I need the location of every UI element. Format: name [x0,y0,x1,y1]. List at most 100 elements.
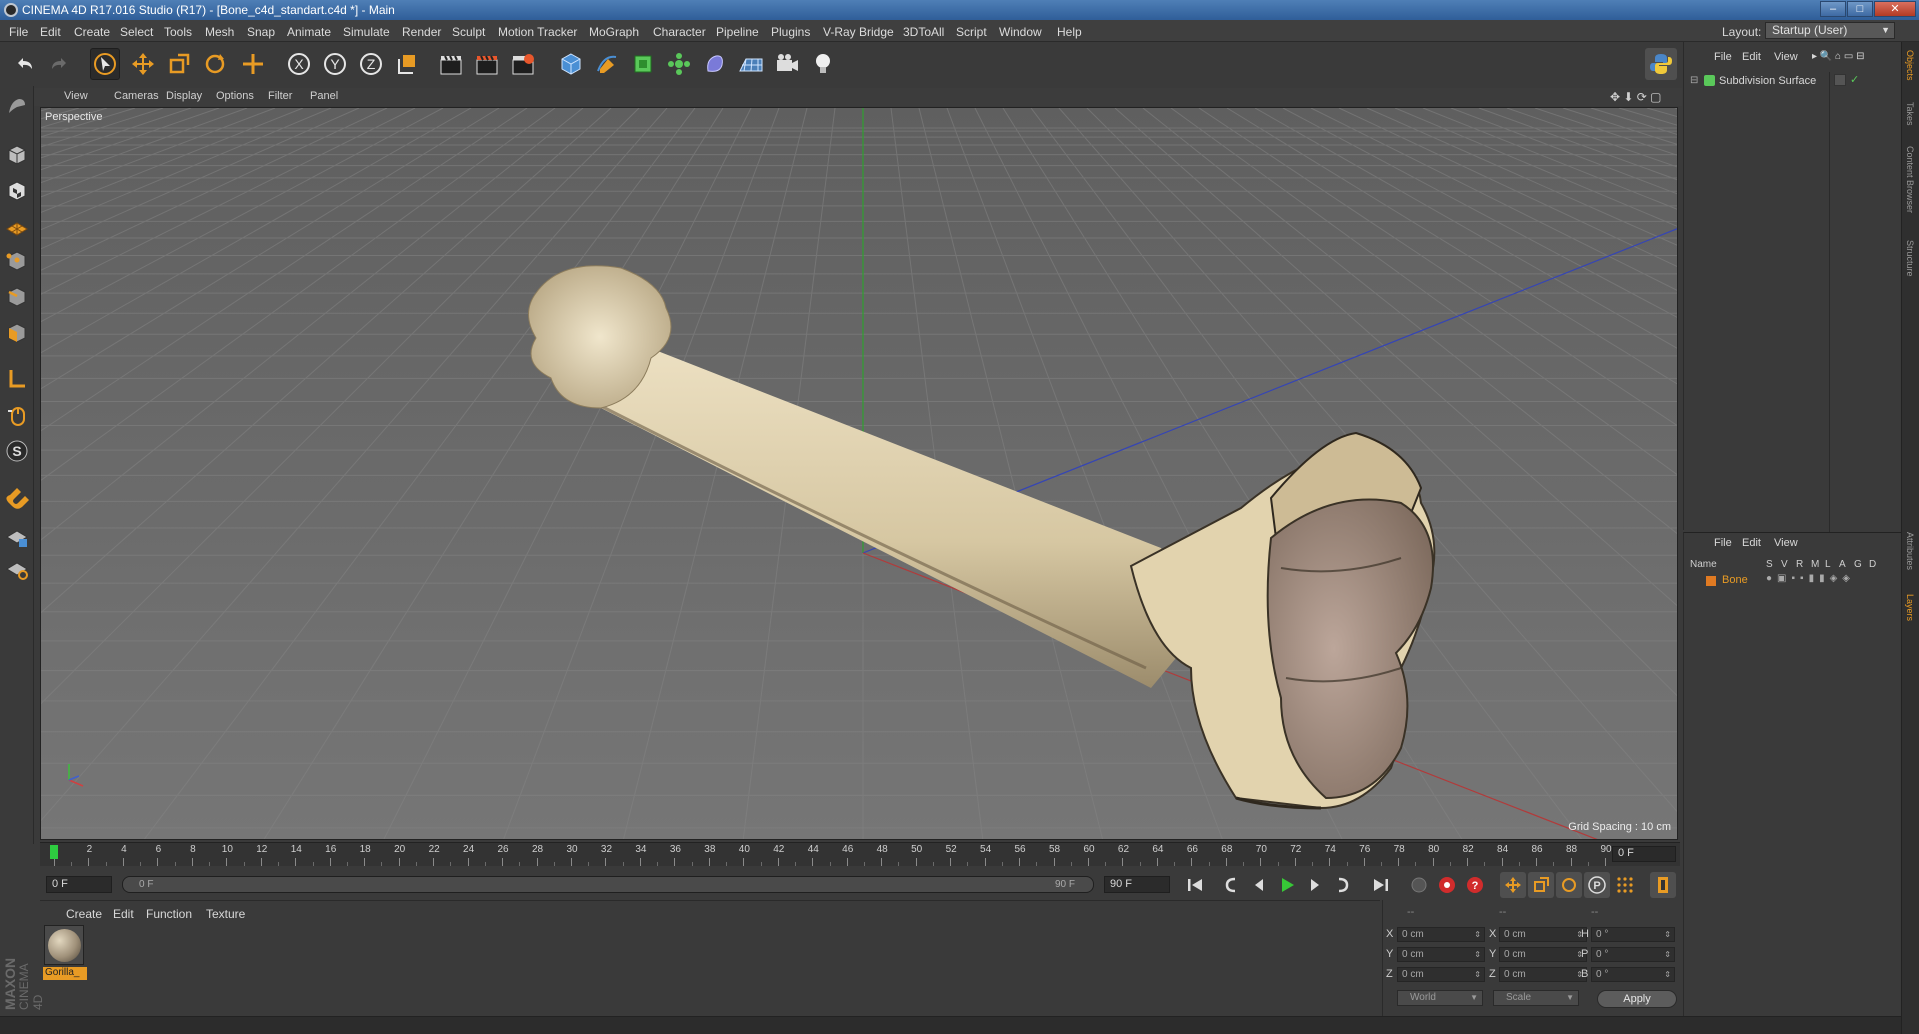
range-slider[interactable]: 0 F 90 F [122,876,1094,893]
python-button[interactable] [1645,48,1677,80]
tweak-mode-button[interactable] [3,400,31,430]
position-z-field[interactable]: 0 cm ⇕ [1397,967,1485,982]
maximize-button[interactable]: □ [1847,1,1873,17]
layer-row-bone[interactable]: Bone ●▣▪▪▮▮◈◈ [1684,573,1902,589]
menu-vray-bridge[interactable]: V-Ray Bridge [823,25,894,39]
live-selection-tool[interactable] [90,48,120,80]
axis-mode-button[interactable] [3,364,31,394]
enabled-check-icon[interactable]: ✓ [1850,73,1859,86]
snapping-button[interactable] [3,482,31,512]
key-position-button[interactable] [1500,872,1526,898]
redo-button[interactable] [44,48,74,80]
apply-button[interactable]: Apply [1597,990,1677,1008]
key-parameter-button[interactable]: P [1584,872,1610,898]
position-x-field[interactable]: 0 cm ⇕ [1397,927,1485,942]
key-pla-button[interactable] [1612,872,1638,898]
minimize-button[interactable]: – [1820,1,1846,17]
size-y-field[interactable]: 0 cm ⇕ [1499,947,1587,962]
material-menu-function[interactable]: Function [146,907,192,921]
go-to-start-button[interactable] [1182,872,1208,898]
light-button[interactable] [808,48,838,80]
cube-object-button[interactable] [556,48,586,80]
menu-3dtoall[interactable]: 3DToAll [903,25,944,39]
viewport-navigation-icons[interactable]: ✥ ⬇ ⟳ ▢ [1610,90,1662,104]
tab-structure[interactable]: Structure [1905,240,1915,277]
rotation-h-field[interactable]: 0 ° ⇕ [1591,927,1675,942]
tab-attributes[interactable]: Attributes [1905,532,1915,570]
menu-animate[interactable]: Animate [287,25,331,39]
timeline-ruler[interactable]: 0246810121416182022242628303234363840424… [40,843,1612,867]
undo-button[interactable] [10,48,40,80]
planar-workplane-button[interactable] [3,554,31,584]
polygons-mode-button[interactable] [3,318,31,348]
menu-render[interactable]: Render [402,25,441,39]
key-scale-button[interactable] [1528,872,1554,898]
material-thumbnail[interactable] [44,925,84,965]
viewport-perspective[interactable]: Perspective Grid Spacing : 10 cm [40,107,1678,840]
playhead[interactable] [50,845,58,859]
timeline[interactable]: 0246810121416182022242628303234363840424… [40,842,1680,866]
floor-button[interactable] [736,48,766,80]
record-button[interactable] [1434,872,1460,898]
menu-edit[interactable]: Edit [40,25,61,39]
viewport-menu-panel[interactable]: Panel [310,90,338,102]
object-name[interactable]: Subdivision Surface [1719,75,1816,87]
menu-plugins[interactable]: Plugins [771,25,810,39]
viewport-menu-view[interactable]: View [64,90,88,102]
menu-character[interactable]: Character [653,25,706,39]
rotation-b-field[interactable]: 0 ° ⇕ [1591,967,1675,982]
viewport-menu-filter[interactable]: Filter [268,90,292,102]
viewport-camera-label[interactable]: Perspective [45,111,102,123]
start-frame-field[interactable]: 0 F [46,876,112,893]
tab-content-browser[interactable]: Content Browser [1905,146,1915,213]
subdivision-surface-button[interactable] [628,48,658,80]
cloner-button[interactable] [664,48,694,80]
object-menu-file[interactable]: File [1714,51,1732,63]
menu-sculpt[interactable]: Sculpt [452,25,485,39]
lock-z-axis-button[interactable]: Z [356,48,386,80]
transform-tool[interactable] [238,48,268,80]
menu-script[interactable]: Script [956,25,987,39]
tab-objects[interactable]: Objects [1905,50,1915,81]
object-menu-edit[interactable]: Edit [1742,51,1761,63]
material-name[interactable]: Gorilla_ [43,967,87,980]
menu-mograph[interactable]: MoGraph [589,25,639,39]
viewport-menu-options[interactable]: Options [216,90,254,102]
previous-key-button[interactable] [1218,872,1244,898]
model-mode-button[interactable] [3,140,31,170]
workplane-lock-button[interactable] [3,522,31,552]
next-key-button[interactable] [1330,872,1356,898]
layer-toggle-icons[interactable]: ●▣▪▪▮▮◈◈ [1766,573,1855,584]
edges-mode-button[interactable] [3,282,31,312]
coordinate-mode-dropdown[interactable]: World ▼ [1397,990,1483,1006]
spline-pen-button[interactable] [592,48,622,80]
object-manager-toolbar-icons[interactable]: ▸ 🔍 ⌂ ▭ ⊟ [1812,51,1864,62]
menu-create[interactable]: Create [74,25,110,39]
close-button[interactable]: ✕ [1874,1,1916,17]
make-editable-button[interactable] [3,92,31,122]
material-menu-create[interactable]: Create [66,907,102,921]
layout-select[interactable]: Startup (User) ▼ [1765,22,1895,39]
menu-mesh[interactable]: Mesh [205,25,234,39]
menu-snap[interactable]: Snap [247,25,275,39]
menu-file[interactable]: File [9,25,28,39]
camera-button[interactable] [772,48,802,80]
coordinate-system-button[interactable] [392,48,422,80]
lock-y-axis-button[interactable]: Y [320,48,350,80]
rotation-p-field[interactable]: 0 ° ⇕ [1591,947,1675,962]
autokey-button[interactable]: ? [1462,872,1488,898]
record-off-button[interactable] [1406,872,1432,898]
menu-simulate[interactable]: Simulate [343,25,390,39]
layer-color-swatch[interactable] [1706,576,1716,586]
move-tool[interactable] [128,48,158,80]
menu-pipeline[interactable]: Pipeline [716,25,759,39]
menu-motion-tracker[interactable]: Motion Tracker [498,25,577,39]
previous-frame-button[interactable] [1246,872,1272,898]
menu-select[interactable]: Select [120,25,153,39]
timeline-window-button[interactable] [1650,872,1676,898]
rotate-tool[interactable] [200,48,230,80]
current-frame-field[interactable]: 0 F [1612,846,1676,862]
material-menu-texture[interactable]: Texture [206,907,245,921]
viewport-menu-cameras[interactable]: Cameras [114,90,159,102]
layer-menu-view[interactable]: View [1774,537,1798,549]
